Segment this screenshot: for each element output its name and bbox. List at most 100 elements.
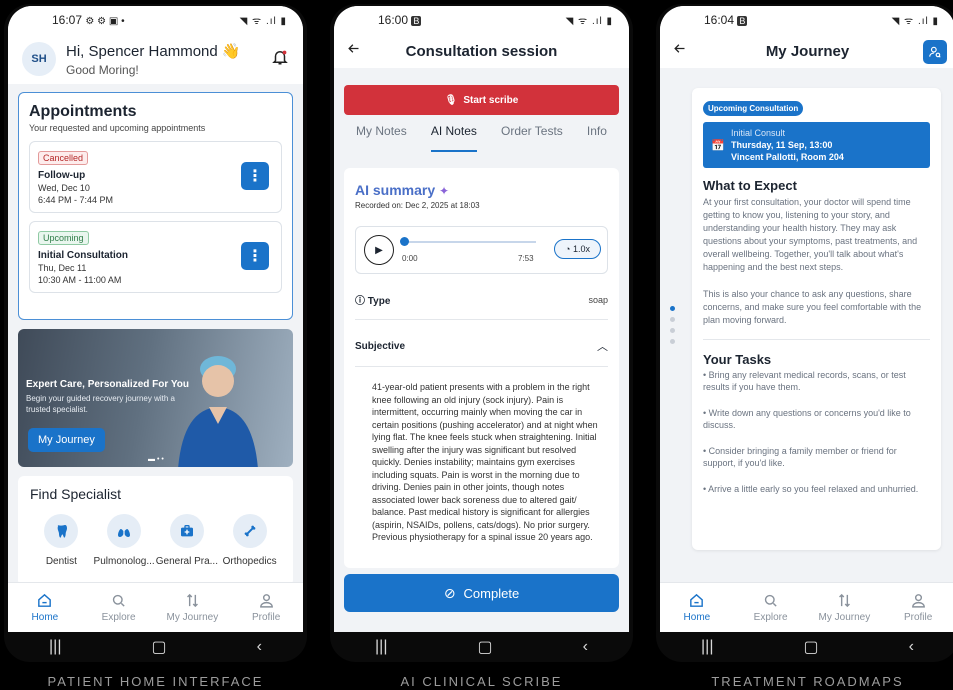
tab-explore[interactable]: Explore (82, 583, 156, 632)
play-icon[interactable]: ▶ (364, 235, 394, 265)
home-icon (38, 593, 52, 607)
tab-order-tests[interactable]: Order Tests (501, 124, 563, 152)
status-signal-icons: ◥ ᯤ .ıl ▮ (565, 16, 613, 27)
appointment-title: Follow-up (38, 170, 86, 181)
more-options-icon[interactable]: ⋮ (241, 242, 269, 270)
complete-button[interactable]: ⊘ Complete (344, 574, 619, 612)
chevron-up-icon[interactable]: ︿ (597, 338, 608, 354)
recorded-on: Recorded on: Dec 2, 2025 at 18:03 (355, 201, 480, 210)
notification-bell-icon[interactable] (271, 48, 289, 71)
sort-arrows-icon (838, 593, 850, 608)
tab-info[interactable]: Info (587, 124, 607, 152)
task-item: • Arrive a little early so you feel rela… (703, 484, 919, 494)
playback-speed-button[interactable]: ◔ 1.0x (554, 239, 601, 259)
tab-explore[interactable]: Explore (734, 583, 808, 632)
tab-label: Profile (251, 612, 281, 623)
time-end: 7:53 (518, 254, 534, 263)
audio-progress-handle[interactable] (400, 237, 409, 246)
tab-label: My Journey (166, 612, 219, 623)
carousel-dots[interactable]: ▬ • • (148, 456, 164, 463)
type-label: Type (367, 296, 391, 307)
my-journey-button[interactable]: My Journey (28, 428, 105, 452)
audio-player: ▶ 0:00 7:53 ◔ 1.0x (355, 226, 608, 274)
status-b-icon: B (737, 16, 748, 26)
sparkle-icon: ✦ (439, 184, 450, 198)
tab-ai-notes[interactable]: AI Notes (430, 124, 477, 152)
status-badge: Cancelled (38, 151, 89, 165)
consult-info[interactable]: 📅 Initial Consult Thursday, 11 Sep, 13:0… (703, 122, 930, 168)
recents-icon[interactable]: ||| (701, 638, 713, 656)
page-title: Consultation session (405, 42, 558, 60)
tab-my-journey[interactable]: My Journey (156, 583, 230, 632)
journey-card: Upcoming Consultation 📅 Initial Consult … (692, 88, 941, 550)
status-signal-icons: ◥ ᯤ .ıl ▮ (891, 16, 939, 27)
tab-profile[interactable]: Profile (881, 583, 953, 632)
recents-icon[interactable]: ||| (49, 638, 61, 656)
status-time: 16:00 (378, 13, 409, 27)
type-value: soap (588, 294, 608, 305)
avatar[interactable]: SH (22, 42, 56, 76)
sort-arrows-icon (186, 593, 198, 608)
appointment-item[interactable]: Upcoming Initial Consultation Thu, Dec 1… (29, 221, 282, 293)
tab-home[interactable]: Home (660, 583, 734, 632)
upcoming-consultation-badge: Upcoming Consultation (703, 101, 804, 116)
back-arrow-icon[interactable] (346, 41, 361, 61)
tab-label: Home (31, 612, 59, 623)
microphone-icon: 🎙 (444, 94, 458, 106)
tooth-icon (44, 514, 79, 548)
recents-icon[interactable]: ||| (375, 638, 387, 656)
home-nav-icon[interactable]: ▢ (477, 637, 492, 657)
status-bar: 16:04 B ◥ ᯤ .ıl ▮ (660, 6, 953, 34)
header: Consultation session (334, 34, 629, 68)
back-arrow-icon[interactable] (672, 41, 687, 61)
promo-banner[interactable]: Expert Care, Personalized For You Begin … (18, 329, 293, 467)
specialist-general-practice[interactable]: General Pra... (156, 514, 219, 567)
medical-kit-icon (169, 514, 204, 548)
check-circle-icon: ⊘ (443, 584, 456, 601)
appointments-subtitle: Your requested and upcoming appointments (29, 123, 206, 133)
specialist-pulmonology[interactable]: Pulmonolog... (93, 514, 156, 567)
page-title: My Journey (765, 42, 850, 60)
tab-profile[interactable]: Profile (229, 583, 303, 632)
tab-home[interactable]: Home (8, 583, 82, 632)
android-nav-bar: ||| ▢ ‹ (656, 632, 953, 662)
user-icon (911, 594, 925, 608)
specialist-orthopedics[interactable]: Orthopedics (218, 514, 281, 567)
back-nav-icon[interactable]: ‹ (909, 638, 914, 656)
status-time: 16:07 (52, 13, 83, 27)
calendar-icon: 📅 (711, 140, 725, 152)
info-icon: ⓘ (355, 296, 365, 307)
banner-title: Expert Care, Personalized For You (26, 379, 190, 390)
status-notification-icons: ⚙ ⚙ ▣ • (85, 16, 125, 27)
phone-patient-home: 16:07 ⚙ ⚙ ▣ • ◥ ᯤ .ıl ▮ SH Hi, Spencer H… (4, 4, 307, 662)
back-nav-icon[interactable]: ‹ (583, 638, 588, 656)
subjective-header[interactable]: Subjective ︿ (355, 326, 608, 367)
user-search-icon[interactable] (923, 40, 947, 64)
status-bar: 16:07 ⚙ ⚙ ▣ • ◥ ᯤ .ıl ▮ (8, 6, 303, 34)
greeting-subtext: Good Moring! (66, 62, 139, 77)
specialist-dentist[interactable]: Dentist (30, 514, 93, 567)
tabs: My Notes AI Notes Order Tests Info (344, 124, 619, 152)
bone-icon (232, 514, 267, 548)
back-nav-icon[interactable]: ‹ (257, 638, 262, 656)
tab-label: Explore (101, 612, 136, 623)
type-row: ⓘ Type soap (355, 280, 608, 320)
appointment-item[interactable]: Cancelled Follow-up Wed, Dec 10 6:44 PM … (29, 141, 282, 213)
start-scribe-button[interactable]: 🎙 Start scribe (344, 85, 619, 115)
android-nav-bar: ||| ▢ ‹ (4, 632, 307, 662)
status-badge: Upcoming (38, 231, 89, 245)
subjective-text: 41-year-old patient presents with a prob… (372, 382, 598, 542)
tab-my-journey[interactable]: My Journey (808, 583, 882, 632)
audio-progress-track[interactable] (404, 241, 536, 243)
home-nav-icon[interactable]: ▢ (151, 637, 166, 657)
screen: 16:00 B ◥ ᯤ .ıl ▮ Consultation session 🎙… (334, 6, 629, 632)
search-icon (764, 594, 777, 607)
step-indicator[interactable] (670, 306, 675, 344)
subjective-label: Subjective (355, 340, 406, 352)
appointment-date: Thu, Dec 11 (38, 263, 87, 273)
home-nav-icon[interactable]: ▢ (803, 637, 818, 657)
more-options-icon[interactable]: ⋮ (241, 162, 269, 190)
tab-my-notes[interactable]: My Notes (356, 124, 407, 152)
tab-label: Home (683, 612, 711, 623)
phone-my-journey: 16:04 B ◥ ᯤ .ıl ▮ My Journey Upcoming Co… (656, 4, 953, 662)
